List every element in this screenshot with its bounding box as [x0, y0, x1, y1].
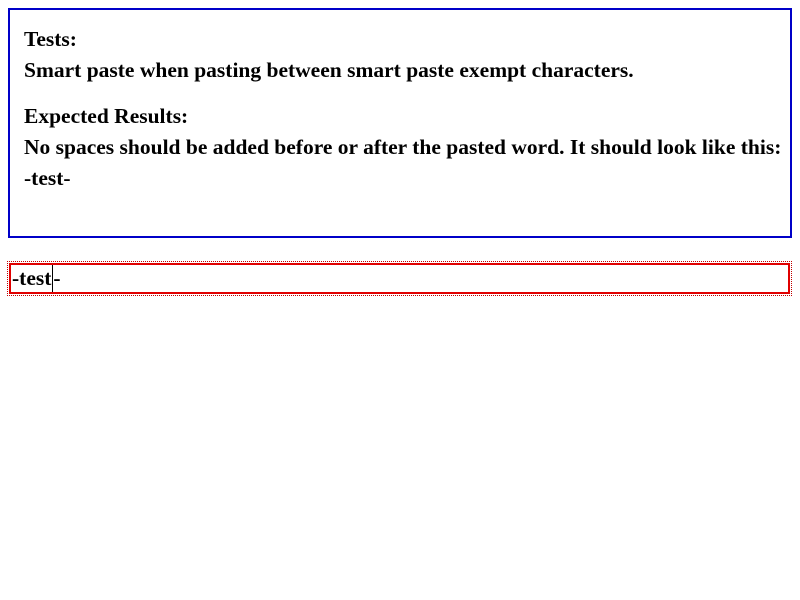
- editable-text-before-caret: -test: [12, 266, 52, 290]
- editable-text-after-caret: -: [53, 266, 61, 290]
- expected-heading: Expected Results:: [24, 104, 189, 128]
- instructions-box: Tests: Smart paste when pasting between …: [8, 8, 792, 238]
- expected-example: -test-: [24, 166, 71, 190]
- editable-text-field[interactable]: -test-: [9, 263, 790, 294]
- instructions-content: Tests: Smart paste when pasting between …: [10, 10, 790, 194]
- tests-description: Smart paste when pasting between smart p…: [24, 58, 634, 82]
- expected-description: No spaces should be added before or afte…: [24, 135, 782, 159]
- editable-region-outline: -test-: [7, 261, 792, 296]
- tests-heading: Tests:: [24, 27, 77, 51]
